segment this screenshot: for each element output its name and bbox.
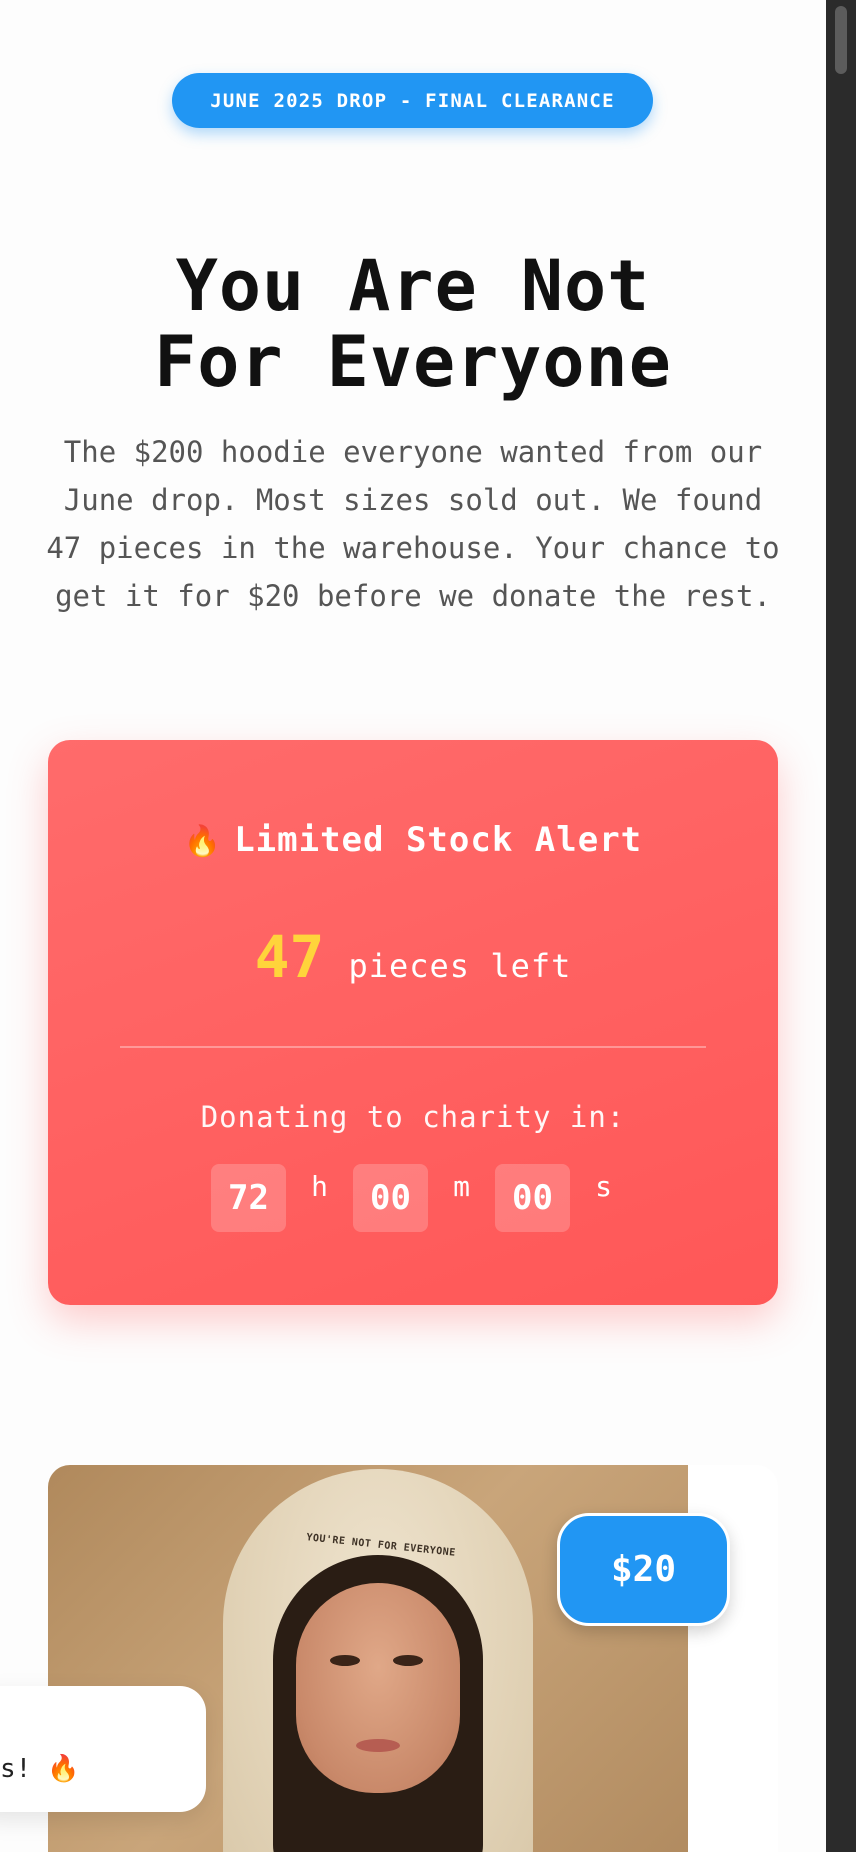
countdown-timer: 72 h 00 m 00 s [211,1164,637,1232]
drop-banner-pill: JUNE 2025 DROP - FINAL CLEARANCE [172,73,653,128]
alert-title: Limited Stock Alert [234,820,643,860]
model-face-shape [296,1583,460,1793]
hero-title-line1: You Are Not [175,245,651,327]
stock-row: 47 pieces left [48,923,778,991]
timer-seconds-unit: s [595,1170,612,1203]
alert-title-row: 🔥 Limited Stock Alert [48,820,778,860]
stock-count: 47 [254,923,325,991]
timer-hours: 72 [211,1164,286,1232]
model-eye-left [330,1655,360,1666]
price-label: $20 [610,1549,677,1590]
hero-title-line2: For Everyone [154,321,672,403]
toast-text: s! 🔥 [0,1754,80,1784]
page: JUNE 2025 DROP - FINAL CLEARANCE You Are… [0,0,826,1852]
purchase-toast[interactable] [0,1686,206,1812]
vertical-scrollbar[interactable] [826,0,856,1852]
donate-countdown-label: Donating to charity in: [200,1100,626,1134]
model-eye-right [393,1655,423,1666]
scrollbar-thumb[interactable] [835,6,847,74]
price-badge: $20 [557,1513,730,1626]
alert-divider [120,1046,706,1048]
stock-label: pieces left [348,947,572,985]
fire-icon: 🔥 [183,824,223,859]
hero-title: You Are Not For Everyone [0,248,826,400]
hero-description: The $200 hoodie everyone wanted from our… [46,435,780,613]
timer-minutes: 00 [353,1164,428,1232]
drop-banner-label: JUNE 2025 DROP - FINAL CLEARANCE [210,89,615,112]
limited-stock-alert-card: 🔥 Limited Stock Alert 47 pieces left Dona… [48,740,778,1305]
model-lips [356,1739,400,1752]
timer-seconds: 00 [495,1164,570,1232]
timer-hours-unit: h [311,1170,328,1203]
timer-minutes-unit: m [453,1170,470,1203]
